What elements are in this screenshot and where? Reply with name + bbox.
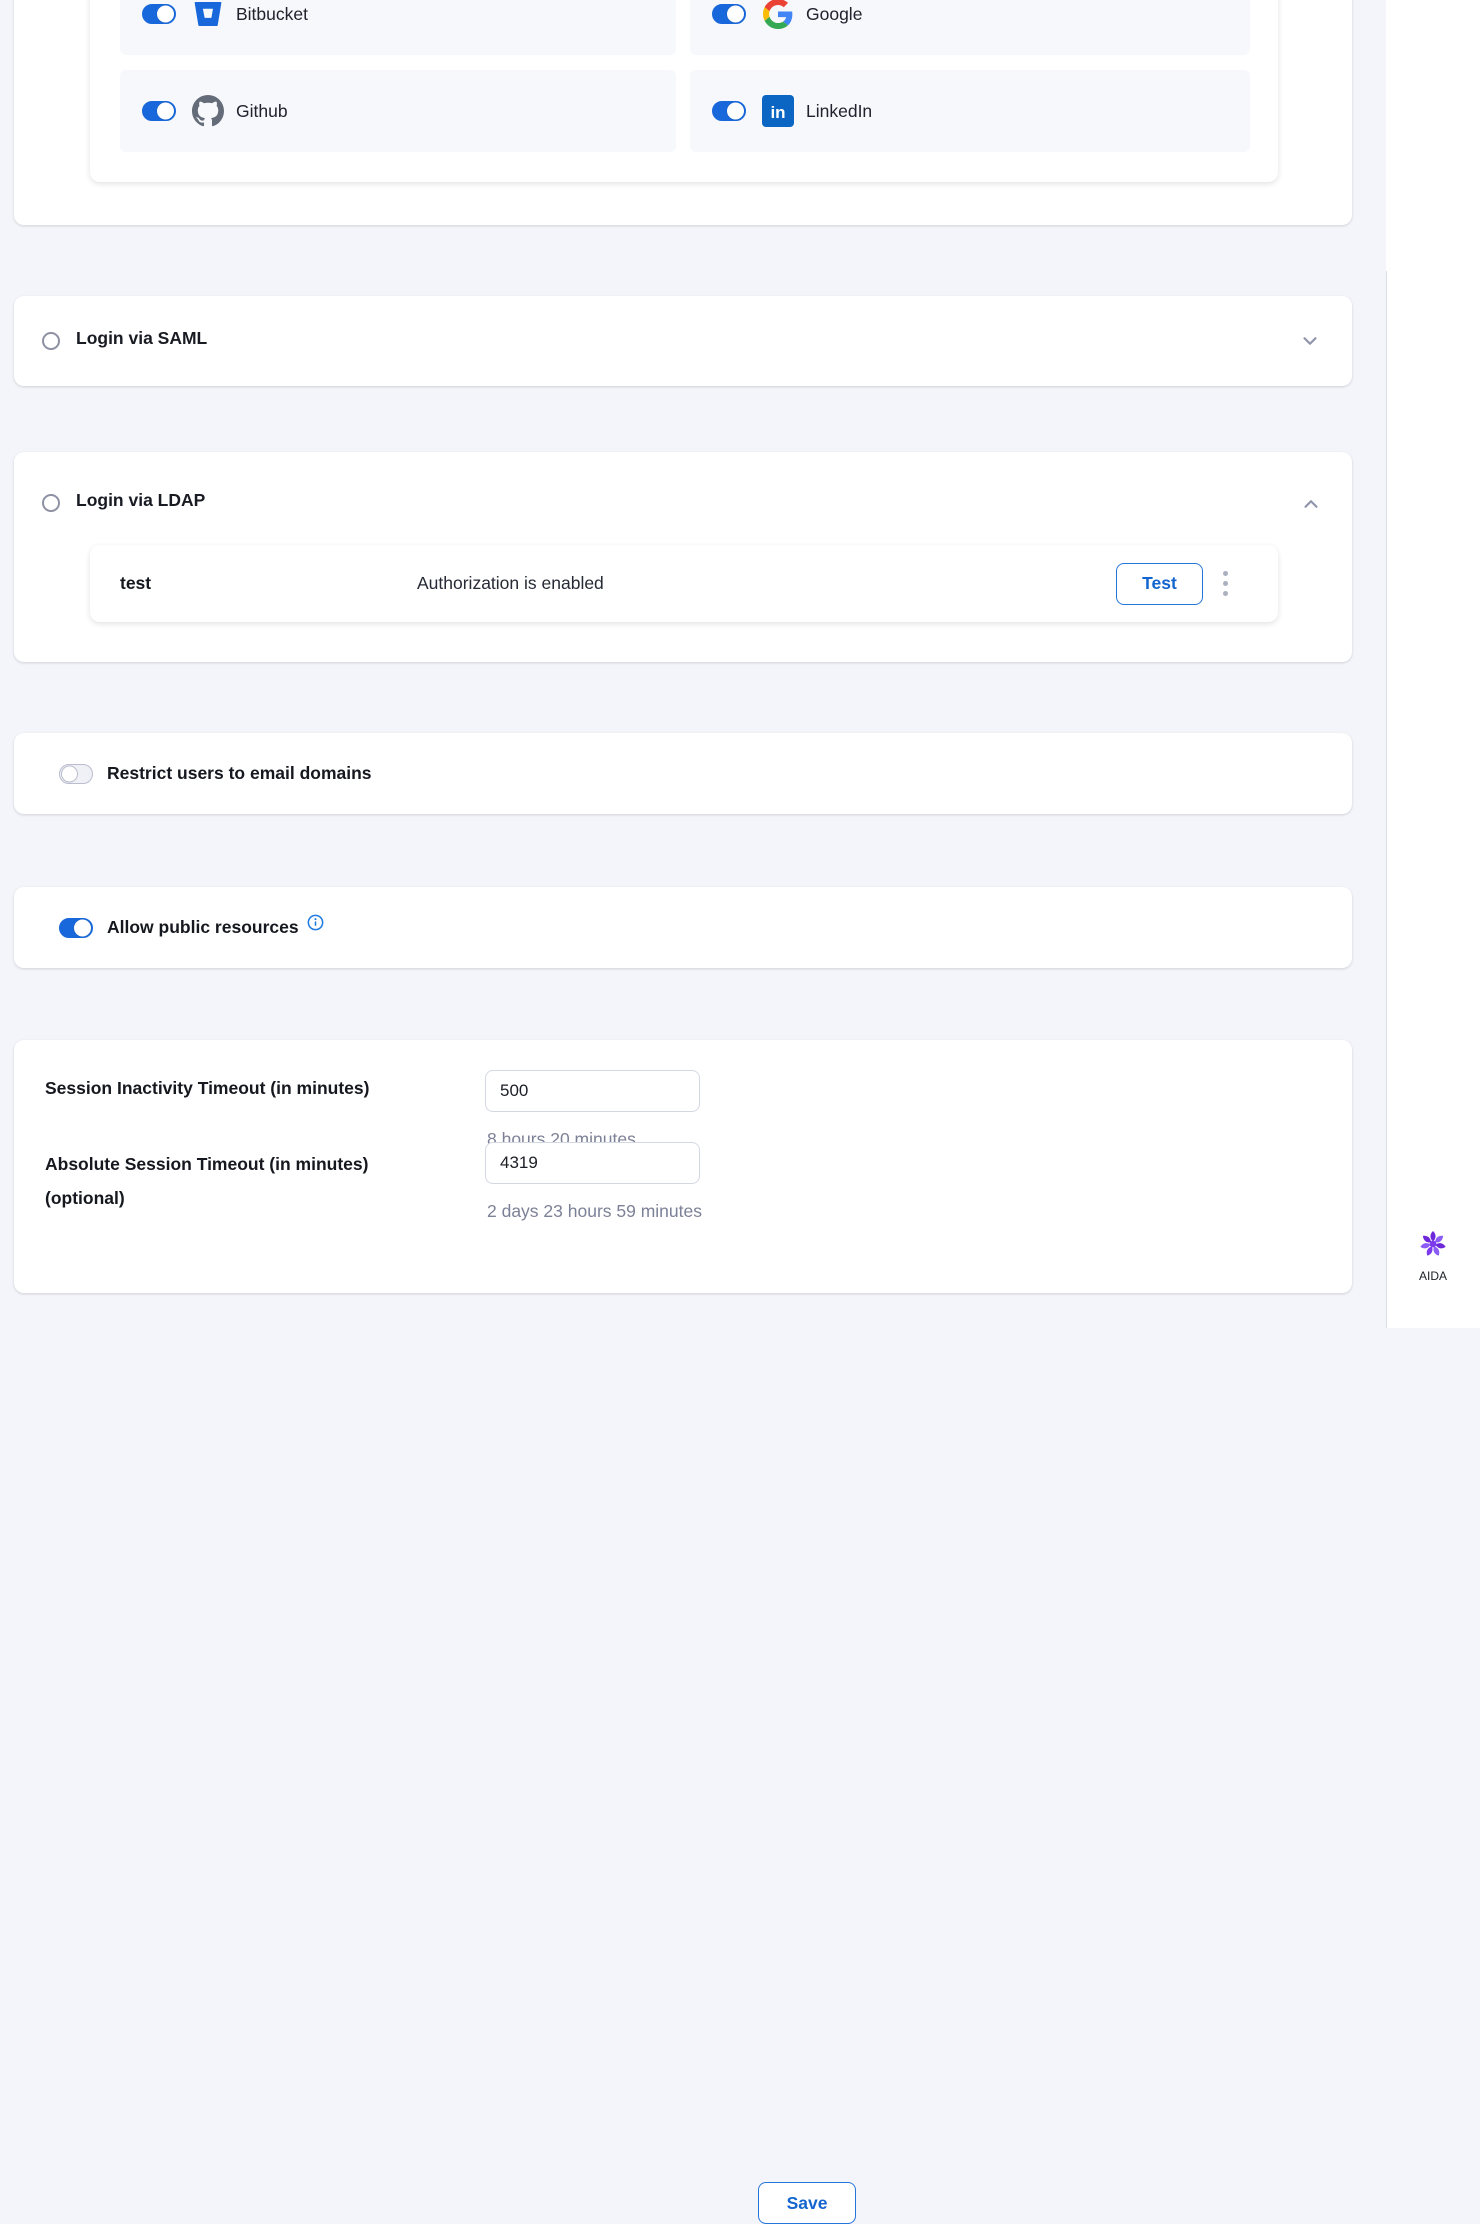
- google-icon: [762, 0, 794, 30]
- kebab-menu-icon[interactable]: [1219, 567, 1232, 600]
- provider-label: Github: [236, 101, 288, 122]
- brand-badge[interactable]: AIDA: [1386, 1228, 1480, 1283]
- absolute-timeout-input[interactable]: [485, 1142, 700, 1184]
- chevron-down-icon[interactable]: [1299, 330, 1321, 352]
- restrict-domains-card: Restrict users to email domains: [14, 733, 1352, 814]
- saml-radio[interactable]: [42, 332, 60, 350]
- provider-row-github: Github: [120, 70, 676, 152]
- restrict-domains-toggle[interactable]: [59, 764, 93, 784]
- ldap-radio[interactable]: [42, 494, 60, 512]
- saml-section-card: Login via SAML: [14, 296, 1352, 386]
- inactivity-timeout-input[interactable]: [485, 1070, 700, 1112]
- chevron-up-icon[interactable]: [1300, 493, 1322, 515]
- provider-row-linkedin: in LinkedIn: [690, 70, 1250, 152]
- session-timeout-card: Session Inactivity Timeout (in minutes) …: [14, 1040, 1352, 1293]
- public-resources-card: Allow public resources: [14, 887, 1352, 968]
- provider-row-bitbucket: Bitbucket: [120, 0, 676, 55]
- inactivity-timeout-label: Session Inactivity Timeout (in minutes): [45, 1071, 369, 1105]
- ldap-entry-name: test: [120, 573, 417, 594]
- bitbucket-icon: [192, 0, 224, 30]
- absolute-timeout-label: Absolute Session Timeout (in minutes) (o…: [45, 1147, 445, 1215]
- absolute-timeout-label-line1: Absolute Session Timeout (in minutes): [45, 1154, 368, 1174]
- aida-logo-icon: [1417, 1228, 1449, 1265]
- restrict-domains-label: Restrict users to email domains: [107, 763, 372, 784]
- provider-label: Bitbucket: [236, 4, 308, 25]
- ldap-entry-row: test Authorization is enabled Test: [90, 545, 1278, 622]
- saml-section-title: Login via SAML: [76, 328, 207, 349]
- linkedin-icon: in: [762, 95, 794, 127]
- linkedin-toggle[interactable]: [712, 101, 746, 121]
- google-toggle[interactable]: [712, 4, 746, 24]
- public-resources-label: Allow public resources: [107, 917, 299, 938]
- absolute-timeout-helper: 2 days 23 hours 59 minutes: [487, 1201, 702, 1222]
- save-button[interactable]: Save: [758, 2182, 856, 2224]
- provider-label: Google: [806, 4, 862, 25]
- github-icon: [192, 95, 224, 127]
- brand-label: AIDA: [1386, 1269, 1480, 1283]
- public-resources-toggle[interactable]: [59, 918, 93, 938]
- right-rail-divider: [1386, 271, 1387, 1328]
- provider-row-google: Google: [690, 0, 1250, 55]
- github-toggle[interactable]: [142, 101, 176, 121]
- svg-text:in: in: [770, 103, 785, 122]
- ldap-test-button[interactable]: Test: [1116, 563, 1203, 605]
- absolute-timeout-label-line2: (optional): [45, 1188, 125, 1208]
- ldap-section-title: Login via LDAP: [76, 490, 205, 511]
- bitbucket-toggle[interactable]: [142, 4, 176, 24]
- provider-label: LinkedIn: [806, 101, 872, 122]
- ldap-entry-status: Authorization is enabled: [417, 573, 1116, 594]
- info-icon[interactable]: [307, 914, 324, 931]
- right-rail: [1386, 0, 1480, 1328]
